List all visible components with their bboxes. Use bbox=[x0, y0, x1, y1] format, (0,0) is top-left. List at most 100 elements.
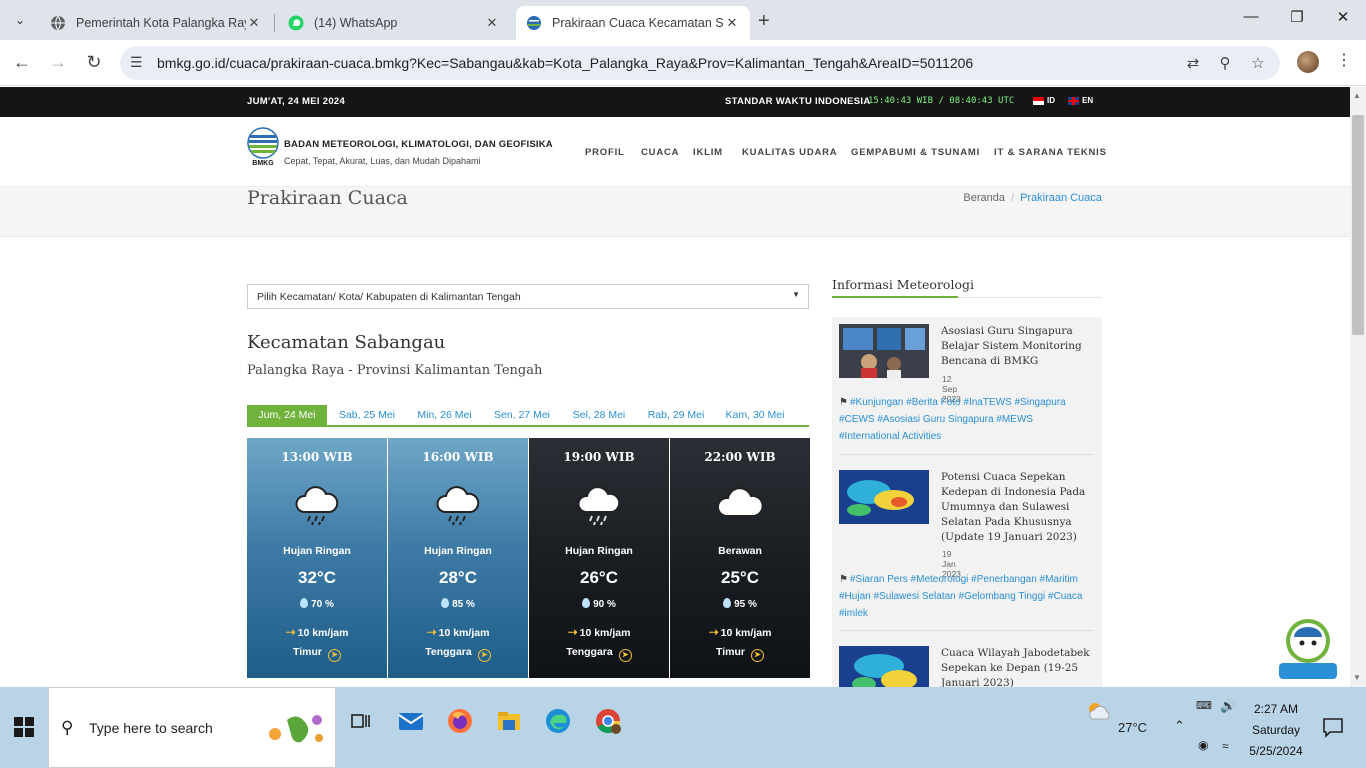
zoom-icon[interactable]: ⚲ bbox=[1215, 54, 1235, 72]
kebab-menu-icon[interactable]: ⋮ bbox=[1336, 50, 1352, 70]
tab-search-button[interactable]: ⌄ bbox=[8, 8, 32, 32]
news-thumbnail[interactable] bbox=[839, 324, 929, 378]
forward-icon[interactable]: → bbox=[46, 52, 70, 73]
chevron-down-icon: ▼ bbox=[792, 290, 800, 299]
reload-icon[interactable]: ↻ bbox=[82, 52, 106, 73]
news-thumbnail[interactable] bbox=[839, 646, 929, 687]
news-title[interactable]: Asosiasi Guru Singapura Belajar Sistem M… bbox=[941, 324, 1091, 369]
clock-day: Saturday bbox=[1251, 723, 1301, 737]
mail-icon[interactable] bbox=[397, 707, 425, 735]
address-bar[interactable]: ☰ bmkg.go.id/cuaca/prakiraan-cuaca.bmkg?… bbox=[120, 46, 1280, 80]
tag-icon: ⚑ bbox=[839, 574, 848, 585]
url-text: bmkg.go.id/cuaca/prakiraan-cuaca.bmkg?Ke… bbox=[157, 55, 974, 71]
tab-whatsapp[interactable]: (14) WhatsApp ✕ bbox=[278, 6, 510, 40]
file-explorer-icon[interactable] bbox=[495, 707, 523, 735]
tab-pemerintah[interactable]: Pemerintah Kota Palangka Raya ✕ bbox=[40, 6, 272, 40]
nav-gempabumi[interactable]: GEMPABUMI & TSUNAMI bbox=[851, 147, 980, 158]
district-name: Kecamatan Sabangau bbox=[247, 332, 446, 353]
forecast-card-1900[interactable]: 19:00 WIB Hujan Ringan 26°C 90 % ➝ 10 km/… bbox=[529, 438, 669, 678]
digital-clock: 15:40:43 WIB / 08:40:43 UTC bbox=[868, 96, 1015, 106]
nav-kualitas-udara[interactable]: KUALITAS UDARA bbox=[742, 147, 837, 158]
forecast-wind: ➝ 10 km/jam bbox=[426, 625, 490, 639]
forecast-card-2200[interactable]: 22:00 WIB Berawan 25°C 95 % ➝ 10 km/jam T… bbox=[670, 438, 810, 678]
nav-it-sarana[interactable]: IT & SARANA TEKNIS bbox=[994, 147, 1107, 158]
wind-icon: ➝ bbox=[285, 625, 296, 639]
tab-prakiraan-cuaca[interactable]: Prakiraan Cuaca Kecamatan Sabangau ✕ bbox=[516, 6, 750, 40]
input-method-icon[interactable]: ⌨ bbox=[1196, 699, 1212, 712]
scrollbar-thumb[interactable] bbox=[1352, 115, 1364, 335]
close-icon[interactable]: ✕ bbox=[724, 15, 740, 31]
tab-day-24[interactable]: Jum, 24 Mei bbox=[247, 405, 327, 425]
close-icon[interactable]: ✕ bbox=[484, 15, 500, 31]
site-header: BMKG BADAN METEOROLOGI, KLIMATOLOGI, DAN… bbox=[0, 117, 1350, 187]
tab-day-28[interactable]: Sel, 28 Mei bbox=[562, 405, 636, 425]
forecast-wind-direction: Timur ➤ bbox=[670, 646, 810, 662]
district-select-label: Pilih Kecamatan/ Kota/ Kabupaten di Kali… bbox=[257, 291, 521, 303]
whatsapp-icon bbox=[288, 15, 304, 31]
nav-profil[interactable]: PROFIL bbox=[585, 147, 625, 158]
clock-time: 2:27 AM bbox=[1253, 702, 1299, 716]
svg-text:BMKG: BMKG bbox=[252, 160, 274, 167]
taskbar-temperature[interactable]: 27°C bbox=[1118, 720, 1147, 735]
nav-cuaca[interactable]: CUACA bbox=[641, 147, 679, 158]
translate-icon[interactable]: ⇄ bbox=[1183, 54, 1203, 72]
taskbar-search[interactable]: ⚲ Type here to search bbox=[48, 687, 336, 768]
tab-day-29[interactable]: Rab, 29 Mei bbox=[637, 405, 715, 425]
task-view-icon[interactable] bbox=[346, 707, 374, 735]
forecast-condition: Hujan Ringan bbox=[565, 545, 633, 557]
nav-iklim[interactable]: IKLIM bbox=[693, 147, 723, 158]
edge-icon[interactable] bbox=[544, 707, 572, 735]
windows-start-icon[interactable] bbox=[14, 717, 34, 737]
network-icon[interactable]: ≈ bbox=[1222, 739, 1229, 753]
taskbar-clock[interactable]: 2:27 AM Saturday 5/25/2024 bbox=[1240, 699, 1312, 762]
minimize-button[interactable]: — bbox=[1236, 8, 1266, 25]
volume-icon[interactable]: 🔊 bbox=[1220, 698, 1236, 714]
tab-title: (14) WhatsApp bbox=[314, 16, 398, 30]
forecast-time: 16:00 WIB bbox=[422, 450, 494, 464]
meet-now-icon[interactable]: ◉ bbox=[1198, 738, 1208, 752]
globe-icon bbox=[51, 15, 65, 31]
sidebar-title: Informasi Meteorologi bbox=[832, 277, 974, 292]
breadcrumb-current[interactable]: Prakiraan Cuaca bbox=[1020, 192, 1102, 204]
tab-day-27[interactable]: Sen, 27 Mei bbox=[484, 405, 560, 425]
indonesia-flag-icon bbox=[1033, 96, 1044, 105]
district-select[interactable]: Pilih Kecamatan/ Kota/ Kabupaten di Kali… bbox=[247, 284, 809, 309]
forecast-card-1300[interactable]: 13:00 WIB Hujan Ringan 32°C 70 % ➝ 10 km/… bbox=[247, 438, 387, 678]
tag-icon: ⚑ bbox=[839, 397, 848, 408]
forecast-temperature: 25°C bbox=[721, 568, 759, 587]
restore-button[interactable]: ❐ bbox=[1282, 8, 1312, 26]
forecast-wind: ➝ 10 km/jam bbox=[567, 625, 631, 639]
bmkg-logo[interactable]: BMKG bbox=[247, 127, 279, 167]
news-thumbnail[interactable] bbox=[839, 470, 929, 524]
close-window-button[interactable]: ✕ bbox=[1328, 8, 1358, 26]
close-icon[interactable]: ✕ bbox=[246, 15, 262, 31]
firefox-icon[interactable] bbox=[446, 707, 474, 735]
page-scrollbar[interactable]: ▲ ▼ bbox=[1350, 87, 1366, 687]
forecast-card-1600[interactable]: 16:00 WIB Hujan Ringan 28°C 85 % ➝ 10 km/… bbox=[388, 438, 528, 678]
live-chat-widget[interactable] bbox=[1275, 617, 1341, 683]
tab-day-25[interactable]: Sab, 25 Mei bbox=[327, 405, 407, 425]
lang-en-link[interactable]: EN bbox=[1068, 96, 1093, 105]
news-title[interactable]: Cuaca Wilayah Jabodetabek Sepekan ke Dep… bbox=[941, 646, 1091, 687]
tab-day-30[interactable]: Kam, 30 Mei bbox=[717, 405, 793, 425]
back-icon[interactable]: ← bbox=[10, 52, 34, 73]
forecast-wind-direction: Timur ➤ bbox=[247, 646, 387, 662]
new-tab-button[interactable]: + bbox=[758, 10, 770, 33]
weather-cloud-sun-icon[interactable] bbox=[1086, 699, 1112, 725]
notification-icon[interactable] bbox=[1321, 715, 1345, 739]
chrome-icon[interactable] bbox=[594, 707, 622, 735]
site-info-icon[interactable]: ☰ bbox=[130, 54, 143, 71]
breadcrumb-home[interactable]: Beranda bbox=[963, 192, 1005, 204]
tab-day-26[interactable]: Min, 26 Mei bbox=[407, 405, 482, 425]
tab-title: Prakiraan Cuaca Kecamatan Sabangau bbox=[552, 16, 724, 30]
chevron-up-icon[interactable]: ⌃ bbox=[1174, 718, 1185, 734]
district-region: Palangka Raya - Provinsi Kalimantan Teng… bbox=[247, 363, 543, 378]
compass-icon: ➤ bbox=[477, 649, 491, 662]
site-topbar: JUM'AT, 24 MEI 2024 STANDAR WAKTU INDONE… bbox=[0, 87, 1350, 117]
forecast-temperature: 32°C bbox=[298, 568, 336, 587]
news-title[interactable]: Potensi Cuaca Sepekan Kedepan di Indones… bbox=[941, 470, 1091, 545]
bookmark-star-icon[interactable]: ☆ bbox=[1248, 54, 1268, 72]
profile-avatar[interactable] bbox=[1297, 51, 1319, 73]
compass-icon: ➤ bbox=[327, 649, 341, 662]
lang-id-link[interactable]: ID bbox=[1033, 96, 1055, 105]
